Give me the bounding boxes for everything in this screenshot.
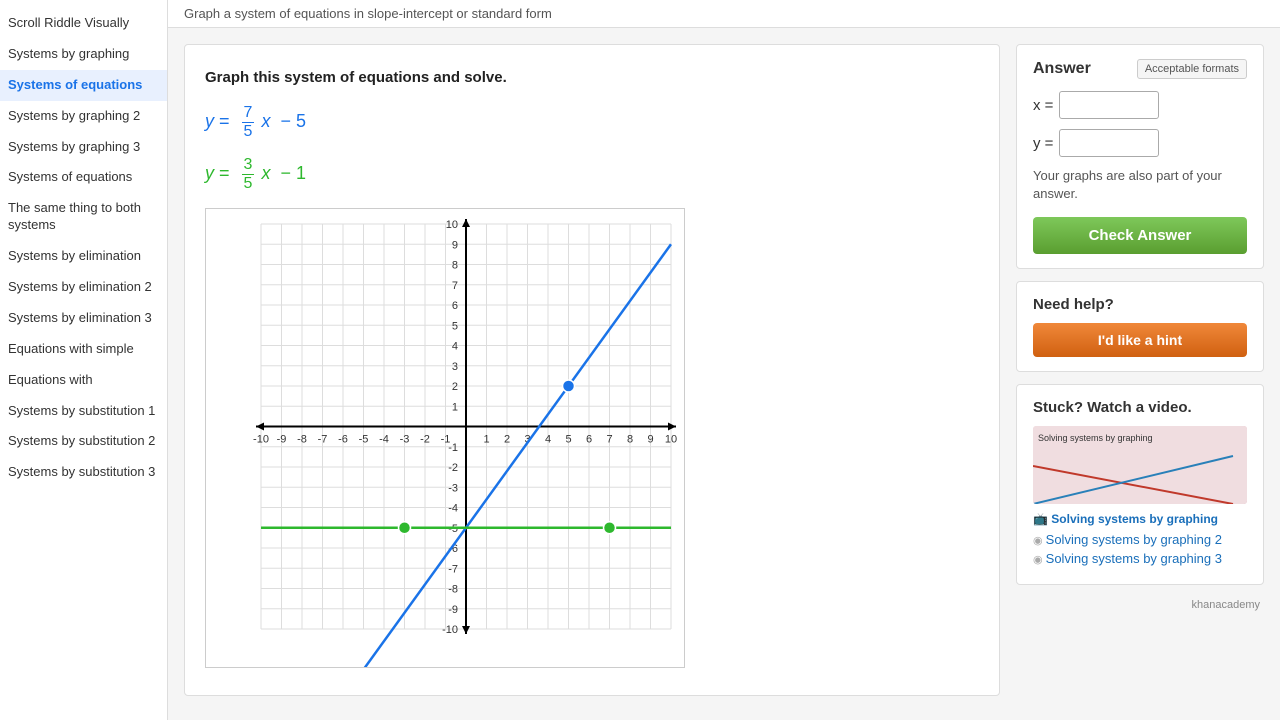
y-input[interactable] <box>1059 129 1159 157</box>
svg-text:2: 2 <box>452 381 458 393</box>
svg-text:7: 7 <box>606 434 612 446</box>
sidebar-item-systems-by-graphing-3[interactable]: Systems by graphing 3 <box>0 132 167 163</box>
sidebar: Scroll Riddle VisuallySystems by graphin… <box>0 0 168 720</box>
sidebar-item-same-thing-to-both[interactable]: The same thing to both systems <box>0 193 167 241</box>
svg-text:-4: -4 <box>448 503 458 515</box>
svg-text:8: 8 <box>452 260 458 272</box>
svg-text:9: 9 <box>647 434 653 446</box>
svg-text:-7: -7 <box>318 434 328 446</box>
svg-text:-10: -10 <box>442 624 458 636</box>
svg-text:3: 3 <box>452 361 458 373</box>
svg-text:-9: -9 <box>277 434 287 446</box>
video-title: Stuck? Watch a video. <box>1033 399 1247 416</box>
svg-text:1: 1 <box>452 402 458 414</box>
svg-text:Solving systems by graphing: Solving systems by graphing <box>1038 433 1153 443</box>
sidebar-item-systems-by-substitution-1[interactable]: Systems by substitution 1 <box>0 396 167 427</box>
svg-text:10: 10 <box>665 434 677 446</box>
sidebar-item-equations-with-simple[interactable]: Equations with simple <box>0 334 167 365</box>
sidebar-item-systems-by-substitution-3[interactable]: Systems by substitution 3 <box>0 457 167 488</box>
video-box: Stuck? Watch a video. Solving systems by… <box>1016 384 1264 585</box>
video-thumbnail[interactable]: Solving systems by graphing <box>1033 426 1247 504</box>
answer-note: Your graphs are also part of your answer… <box>1033 167 1247 203</box>
video-current-label: 📺 Solving systems by graphing <box>1033 512 1247 526</box>
sidebar-item-scroll-riddle-visually[interactable]: Scroll Riddle Visually <box>0 8 167 39</box>
y-label: y = <box>1033 135 1053 152</box>
eq1-constant: − 5 <box>280 111 306 131</box>
video-inner: Solving systems by graphing <box>1033 426 1247 504</box>
video-preview-svg: Solving systems by graphing <box>1033 426 1247 504</box>
problem-panel: Graph this system of equations and solve… <box>184 44 1000 696</box>
svg-text:7: 7 <box>452 280 458 292</box>
sidebar-item-systems-by-elimination-2[interactable]: Systems by elimination 2 <box>0 272 167 303</box>
eq2-constant: − 1 <box>280 163 306 183</box>
graph-container: -10-9-8-7-6-5-4-3-2-112345678910-10-9-8-… <box>205 208 685 671</box>
x-label: x = <box>1033 97 1053 114</box>
svg-text:6: 6 <box>452 300 458 312</box>
svg-text:6: 6 <box>586 434 592 446</box>
svg-text:5: 5 <box>452 321 458 333</box>
answer-box: Answer Acceptable formats x = y = Your g… <box>1016 44 1264 269</box>
eq1-numerator: 7 <box>242 104 255 123</box>
video-link-1[interactable]: Solving systems by graphing 2 <box>1033 532 1247 547</box>
right-panel: Answer Acceptable formats x = y = Your g… <box>1016 44 1264 696</box>
svg-text:-1: -1 <box>448 442 458 454</box>
svg-text:-3: -3 <box>448 483 458 495</box>
eq1-denominator: 5 <box>242 123 255 141</box>
help-box: Need help? I'd like a hint <box>1016 281 1264 372</box>
answer-title: Answer <box>1033 60 1091 78</box>
svg-text:-2: -2 <box>420 434 430 446</box>
eq2-denominator: 5 <box>242 175 255 193</box>
hint-button[interactable]: I'd like a hint <box>1033 323 1247 357</box>
sidebar-item-equations-with[interactable]: Equations with <box>0 365 167 396</box>
equation-1: y = 7 5 x − 5 <box>205 104 979 140</box>
sidebar-item-systems-by-elimination-3[interactable]: Systems by elimination 3 <box>0 303 167 334</box>
khan-logo: khanacademy <box>1016 597 1264 613</box>
sidebar-item-systems-by-graphing-2[interactable]: Systems by graphing 2 <box>0 101 167 132</box>
svg-text:-5: -5 <box>359 434 369 446</box>
svg-text:-8: -8 <box>297 434 307 446</box>
check-answer-button[interactable]: Check Answer <box>1033 217 1247 254</box>
sidebar-item-systems-of-equations-2[interactable]: Systems of equations <box>0 162 167 193</box>
eq1-fraction: 7 5 <box>242 104 255 140</box>
svg-text:8: 8 <box>627 434 633 446</box>
graph-svg[interactable]: -10-9-8-7-6-5-4-3-2-112345678910-10-9-8-… <box>205 208 685 668</box>
svg-text:1: 1 <box>483 434 489 446</box>
y-answer-row: y = <box>1033 129 1247 157</box>
svg-text:-3: -3 <box>400 434 410 446</box>
sidebar-item-systems-by-elimination[interactable]: Systems by elimination <box>0 241 167 272</box>
acceptable-formats-button[interactable]: Acceptable formats <box>1137 59 1247 79</box>
video-link-2[interactable]: Solving systems by graphing 3 <box>1033 551 1247 566</box>
topbar-text: Graph a system of equations in slope-int… <box>184 6 552 21</box>
svg-text:-8: -8 <box>448 584 458 596</box>
svg-text:-10: -10 <box>253 434 269 446</box>
help-title: Need help? <box>1033 296 1247 313</box>
sidebar-item-systems-of-equations[interactable]: Systems of equations <box>0 70 167 101</box>
problem-title: Graph this system of equations and solve… <box>205 69 979 86</box>
x-input[interactable] <box>1059 91 1159 119</box>
equation-2: y = 3 5 x − 1 <box>205 156 979 192</box>
eq2-fraction: 3 5 <box>242 156 255 192</box>
svg-text:10: 10 <box>446 219 458 231</box>
main-content: Graph a system of equations in slope-int… <box>168 0 1280 720</box>
svg-text:-4: -4 <box>379 434 389 446</box>
svg-text:-6: -6 <box>338 434 348 446</box>
eq2-numerator: 3 <box>242 156 255 175</box>
svg-text:-2: -2 <box>448 462 458 474</box>
svg-text:9: 9 <box>452 240 458 252</box>
x-answer-row: x = <box>1033 91 1247 119</box>
svg-text:4: 4 <box>452 341 458 353</box>
topbar: Graph a system of equations in slope-int… <box>168 0 1280 28</box>
svg-text:2: 2 <box>504 434 510 446</box>
sidebar-item-systems-by-graphing[interactable]: Systems by graphing <box>0 39 167 70</box>
svg-text:-7: -7 <box>448 564 458 576</box>
sidebar-item-systems-by-substitution-2[interactable]: Systems by substitution 2 <box>0 426 167 457</box>
svg-text:5: 5 <box>565 434 571 446</box>
svg-text:-9: -9 <box>448 604 458 616</box>
svg-text:4: 4 <box>545 434 551 446</box>
